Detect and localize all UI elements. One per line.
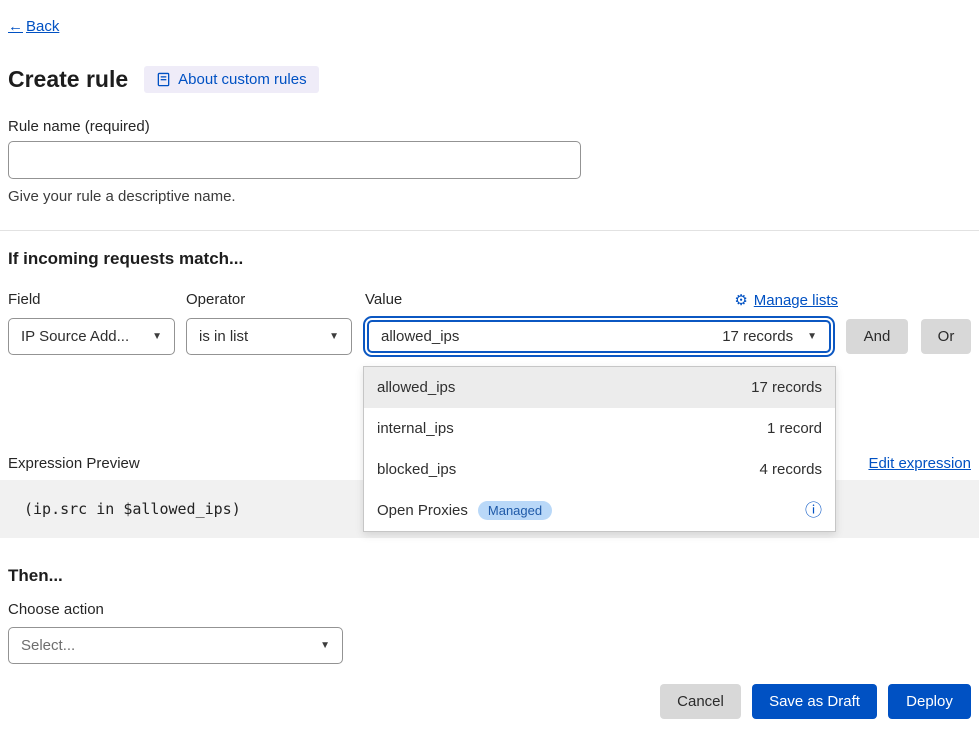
chevron-down-icon: ▼ [329, 331, 339, 342]
field-select[interactable]: IP Source Add... ▼ [8, 318, 175, 355]
list-option-name: Open Proxies [377, 502, 468, 519]
then-section-title: Then... [8, 566, 63, 586]
chevron-down-icon: ▼ [320, 640, 330, 651]
deploy-button[interactable]: Deploy [888, 684, 971, 719]
operator-select[interactable]: is in list ▼ [186, 318, 352, 355]
action-select[interactable]: Select... ▼ [8, 627, 343, 664]
expression-preview-label: Expression Preview [8, 455, 140, 472]
field-select-value: IP Source Add... [21, 328, 129, 345]
choose-action-label: Choose action [8, 601, 104, 618]
list-option-open-proxies[interactable]: Open Proxies Managed ⓘ [364, 490, 835, 531]
edit-expression-link[interactable]: Edit expression [868, 455, 971, 472]
field-label: Field [8, 291, 41, 308]
list-option-allowed-ips[interactable]: allowed_ips 17 records [364, 367, 835, 408]
chevron-down-icon: ▼ [152, 331, 162, 342]
about-custom-rules-link[interactable]: About custom rules [144, 66, 318, 93]
list-option-meta: 17 records [751, 379, 822, 396]
save-as-draft-button[interactable]: Save as Draft [752, 684, 877, 719]
value-select-meta: 17 records [722, 328, 793, 345]
page-title: Create rule [8, 66, 128, 93]
list-option-blocked-ips[interactable]: blocked_ips 4 records [364, 449, 835, 490]
title-row: Create rule About custom rules [8, 66, 319, 93]
action-select-placeholder: Select... [21, 637, 75, 654]
operator-select-value: is in list [199, 328, 248, 345]
or-button[interactable]: Or [921, 319, 971, 354]
book-icon [156, 72, 171, 87]
manage-lists-link[interactable]: ⚙ Manage lists [734, 291, 838, 309]
list-dropdown-menu: allowed_ips 17 records internal_ips 1 re… [363, 366, 836, 532]
value-label: Value [365, 291, 402, 308]
expression-code: (ip.src in $allowed_ips) [24, 500, 241, 518]
list-option-internal-ips[interactable]: internal_ips 1 record [364, 408, 835, 449]
list-option-name: internal_ips [377, 420, 454, 437]
rule-name-label: Rule name (required) [8, 118, 150, 135]
back-arrow-icon: ← [8, 18, 23, 35]
list-option-meta: 1 record [767, 420, 822, 437]
cancel-button[interactable]: Cancel [660, 684, 741, 719]
value-select-value: allowed_ips [381, 328, 459, 345]
gear-icon: ⚙ [734, 291, 747, 309]
back-link-label: Back [26, 18, 59, 35]
rule-name-help-text: Give your rule a descriptive name. [8, 188, 236, 205]
match-section-title: If incoming requests match... [8, 249, 243, 269]
value-select[interactable]: allowed_ips 17 records ▼ [367, 320, 831, 353]
about-custom-rules-label: About custom rules [178, 71, 306, 88]
rule-name-input[interactable] [8, 141, 581, 179]
info-icon[interactable]: ⓘ [805, 502, 822, 519]
list-option-name: blocked_ips [377, 461, 456, 478]
managed-badge: Managed [478, 501, 552, 520]
section-divider [0, 230, 979, 231]
operator-label: Operator [186, 291, 245, 308]
back-link[interactable]: ←Back [8, 18, 59, 35]
manage-lists-label: Manage lists [754, 292, 838, 309]
create-rule-page: ←Back Create rule About custom rules Rul… [0, 0, 979, 739]
list-option-meta: 4 records [759, 461, 822, 478]
chevron-down-icon: ▼ [807, 331, 817, 342]
list-option-name: allowed_ips [377, 379, 455, 396]
and-button[interactable]: And [846, 319, 908, 354]
